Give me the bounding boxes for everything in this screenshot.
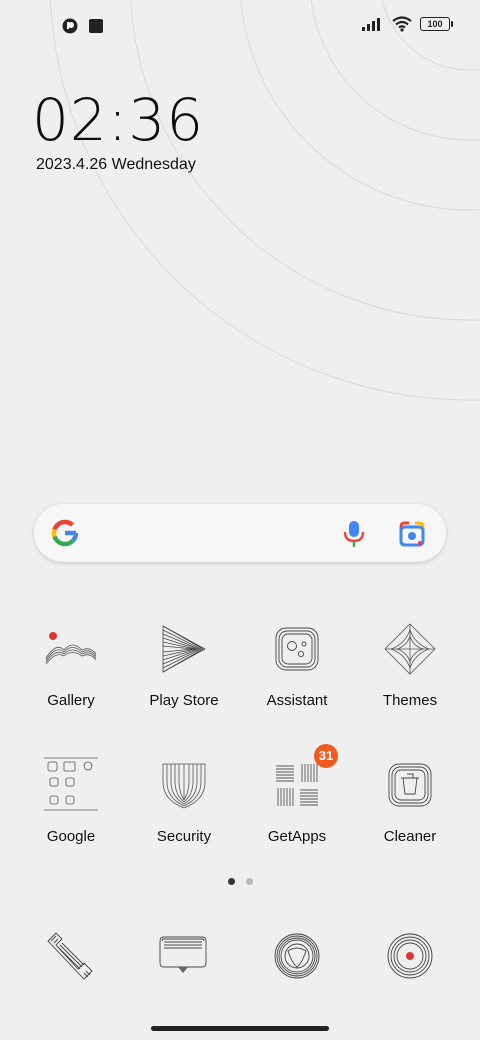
app-play-store[interactable]: Play Store — [129, 620, 239, 709]
app-label: GetApps — [267, 828, 327, 845]
gallery-icon — [45, 632, 97, 665]
app-label: Assistant — [266, 692, 328, 709]
status-bar: 100 — [0, 0, 480, 56]
app-getapps[interactable]: 31 GetApps — [242, 744, 352, 845]
notification-badge: 31 — [314, 744, 338, 768]
app-label: Themes — [382, 692, 438, 709]
app-security[interactable]: Security — [129, 756, 239, 845]
browser-icon — [274, 933, 320, 979]
shield-icon — [162, 763, 206, 809]
cleaner-icon — [388, 763, 432, 807]
page-indicator[interactable] — [228, 878, 253, 885]
page-dot-1[interactable] — [228, 878, 235, 885]
app-label: Play Store — [149, 692, 219, 709]
google-search-bar[interactable] — [34, 504, 446, 562]
clock-date: 2023.4.26 Wednesday — [36, 156, 196, 173]
camera-icon — [387, 933, 433, 979]
app-label: Cleaner — [383, 828, 437, 845]
battery-indicator: 100 — [420, 17, 453, 31]
dock-messages[interactable] — [154, 927, 212, 985]
google-lens-icon[interactable] — [398, 520, 426, 548]
page-dot-2[interactable] — [246, 878, 253, 885]
messages-icon — [159, 936, 207, 973]
signal-icon — [362, 18, 380, 31]
notification-square-icon — [89, 19, 103, 33]
home-gesture-bar[interactable] — [151, 1026, 329, 1031]
play-store-icon — [162, 625, 206, 673]
google-folder-icon — [44, 757, 98, 811]
clock-time[interactable]: 02:36 — [32, 86, 204, 154]
app-label: Security — [156, 828, 212, 845]
app-label: Gallery — [47, 692, 95, 709]
app-google-folder[interactable]: Google — [16, 756, 126, 845]
app-label: Google — [46, 828, 96, 845]
app-themes[interactable]: Themes — [355, 620, 465, 709]
app-assistant[interactable]: Assistant — [242, 620, 352, 709]
app-gallery[interactable]: Gallery — [16, 620, 126, 709]
dock-phone[interactable] — [42, 927, 100, 985]
wifi-icon — [392, 16, 412, 32]
app-cleaner[interactable]: Cleaner — [355, 756, 465, 845]
google-logo-icon — [51, 519, 79, 547]
notification-app-icon — [62, 18, 78, 34]
dock-browser[interactable] — [268, 927, 326, 985]
voice-search-icon[interactable] — [342, 520, 366, 548]
themes-icon — [384, 623, 436, 675]
assistant-icon — [275, 627, 319, 671]
dock-camera[interactable] — [381, 927, 439, 985]
phone-icon — [47, 932, 93, 980]
